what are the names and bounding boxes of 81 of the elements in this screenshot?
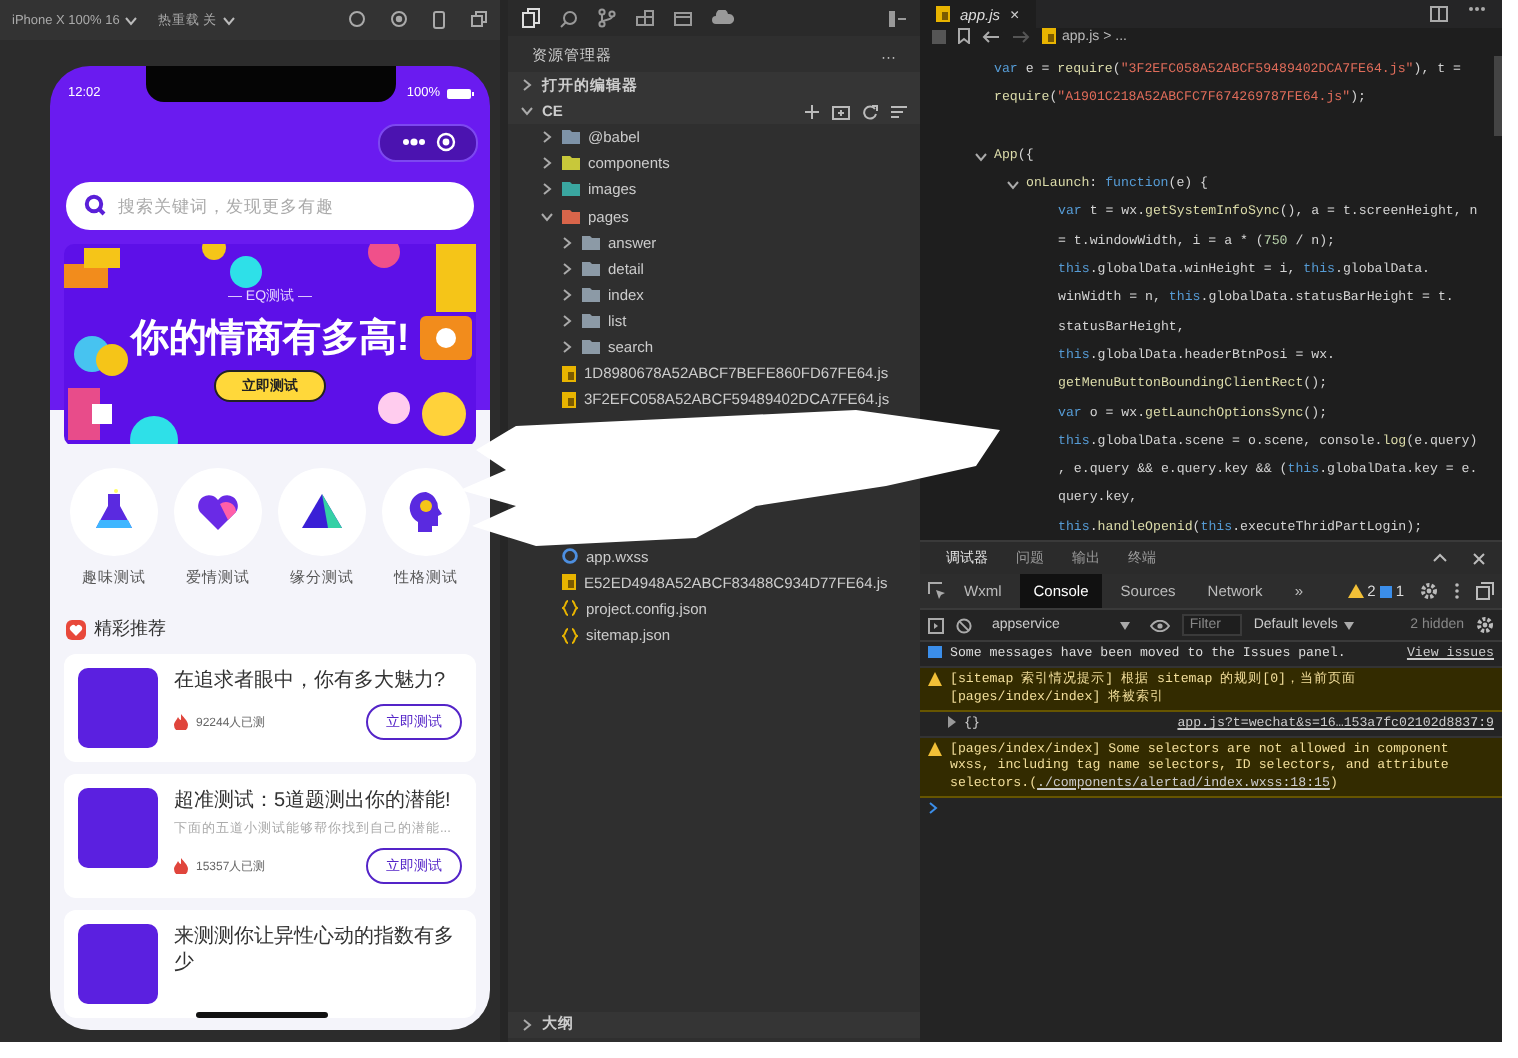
bookmark-icon[interactable]: [958, 28, 970, 44]
undock-icon[interactable]: [1476, 582, 1494, 600]
json-file-icon: [562, 627, 578, 644]
extensions-icon[interactable]: [636, 9, 654, 27]
expand-chevron-icon[interactable]: [560, 261, 574, 276]
chevron-up-icon[interactable]: [1432, 551, 1448, 561]
expand-chevron-icon[interactable]: [520, 78, 534, 93]
record-icon[interactable]: [390, 10, 408, 28]
flame-icon: [174, 858, 188, 874]
warning-icon: [928, 742, 942, 757]
clear-icon[interactable]: [956, 617, 972, 633]
info-icon: [1379, 585, 1392, 597]
branch-icon[interactable]: [598, 8, 616, 28]
circle-icon[interactable]: [348, 10, 366, 28]
section-title: 精彩推荐: [94, 616, 166, 642]
battery-icon: [446, 87, 474, 100]
expand-triangle-icon[interactable]: [948, 715, 956, 728]
refresh-icon[interactable]: [862, 103, 878, 120]
illustration-placeholder: [78, 668, 158, 748]
files-icon[interactable]: [522, 8, 540, 28]
caret-icon[interactable]: [123, 13, 138, 27]
flame-icon: [174, 714, 188, 730]
expand-chevron-icon[interactable]: [540, 182, 554, 197]
split-editor-icon[interactable]: [1430, 6, 1448, 22]
search-icon: [84, 194, 106, 217]
collapse-chevron-icon[interactable]: [974, 149, 988, 164]
expand-chevron-icon[interactable]: [560, 339, 574, 354]
window-icon[interactable]: [674, 9, 692, 27]
js-file-icon: [1042, 28, 1056, 44]
settings-icon[interactable]: [1476, 616, 1494, 634]
expand-chevron-icon[interactable]: [560, 313, 574, 328]
expand-chevron-icon[interactable]: [540, 130, 554, 145]
illustration-placeholder: [78, 788, 158, 868]
collapse-chevron-icon[interactable]: [520, 104, 534, 119]
dropdown-triangle-icon: [1343, 621, 1354, 629]
card-title: 在追求者眼中，你有多大魅力?: [174, 668, 448, 694]
capsule-menu[interactable]: [378, 123, 478, 162]
inspect-icon[interactable]: [928, 582, 946, 600]
close-button[interactable]: ×: [1010, 5, 1020, 23]
card-title: 超准测试：5道题测出你的潜能!: [174, 788, 453, 814]
eye-icon[interactable]: [1149, 619, 1170, 631]
card-title: 来测测你让异性心动的指数有多少: [174, 924, 456, 976]
new-folder-icon[interactable]: [832, 103, 850, 120]
panel-toggle-icon[interactable]: [888, 9, 906, 27]
settings-icon[interactable]: [1420, 582, 1438, 600]
js-file-icon: [562, 574, 576, 591]
collapse-chevron-icon[interactable]: [1006, 178, 1020, 193]
new-file-icon[interactable]: [804, 103, 820, 120]
copy-icon[interactable]: [470, 10, 488, 28]
style-file-icon: [562, 548, 578, 565]
sidebar-icon[interactable]: [928, 617, 944, 633]
collapse-chevron-icon[interactable]: [540, 209, 554, 224]
kebab-menu-icon[interactable]: [1454, 582, 1460, 600]
more-dots-icon[interactable]: [401, 138, 425, 147]
warning-icon: [1347, 584, 1364, 598]
scrollbar: [1494, 56, 1502, 136]
expand-chevron-icon[interactable]: [540, 156, 554, 171]
target-icon[interactable]: [435, 132, 455, 153]
banner-title: 你的情商有多高!: [130, 315, 410, 364]
json-file-icon: [562, 600, 578, 617]
expand-chevron-icon[interactable]: [560, 235, 574, 250]
info-icon: [928, 646, 942, 658]
search-field[interactable]: 搜索关键词，发现更多有趣: [66, 181, 474, 230]
dropdown-triangle-icon: [1119, 621, 1130, 629]
more-icon[interactable]: [1468, 6, 1486, 12]
close-icon[interactable]: [1472, 551, 1486, 565]
heart-icon: [66, 619, 86, 639]
search-icon[interactable]: [560, 9, 578, 27]
phone-icon[interactable]: [432, 10, 446, 30]
prompt-chevron-icon: [928, 802, 938, 815]
search-input[interactable]: 搜索关键词，发现更多有趣: [118, 195, 438, 216]
caret-icon[interactable]: [221, 13, 236, 27]
js-file-icon: [936, 6, 950, 22]
illustration-placeholder: [78, 924, 158, 1004]
warning-icon: [928, 672, 942, 687]
cloud-icon[interactable]: [712, 10, 734, 26]
home-indicator: [196, 1012, 328, 1018]
expand-chevron-icon[interactable]: [560, 287, 574, 302]
back-arrow-icon[interactable]: [982, 29, 1000, 43]
expand-chevron-icon[interactable]: [520, 1017, 534, 1032]
collapse-all-icon[interactable]: [890, 103, 908, 120]
